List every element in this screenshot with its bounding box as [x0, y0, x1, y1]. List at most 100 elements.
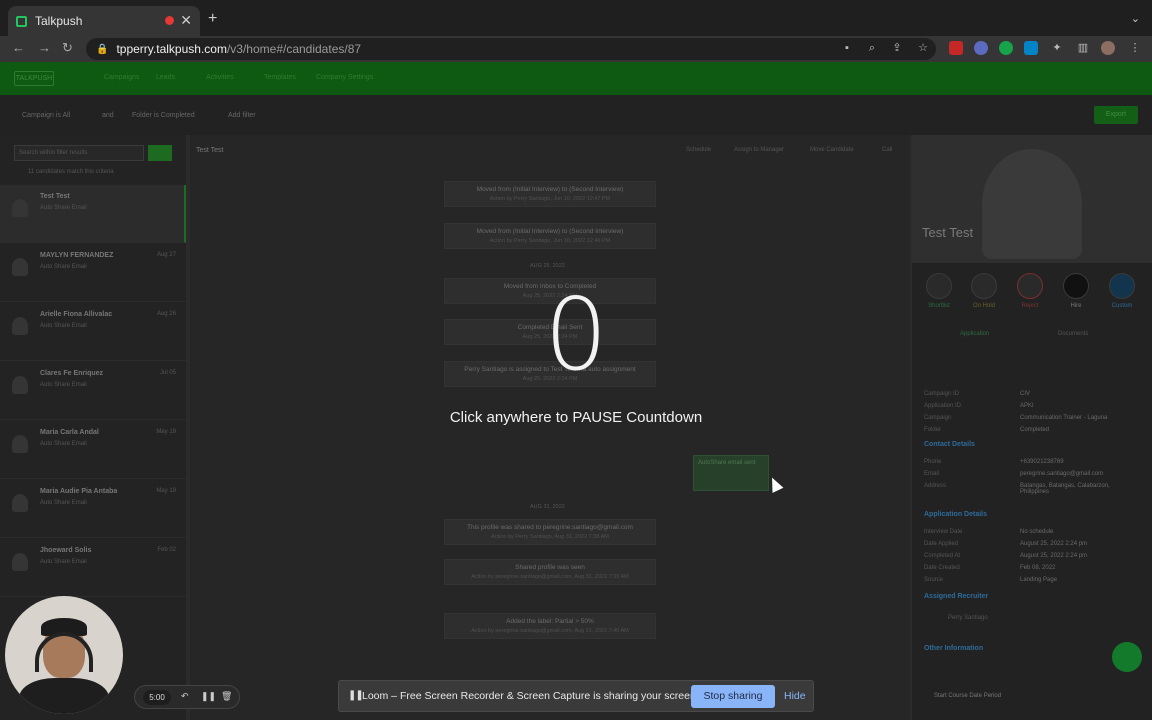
hide-button[interactable]: Hide — [784, 690, 806, 702]
filter-folder[interactable]: Folder is Completed — [132, 112, 195, 119]
list-item[interactable]: Test Test Auto Share Email — [0, 185, 186, 243]
browser-tabstrip: Talkpush ✕ + ⌄ — [0, 0, 1152, 36]
message-bubble: AutoShare email sent — [693, 455, 769, 491]
zoom-icon[interactable]: ⌕ — [865, 41, 879, 55]
back-icon[interactable]: ← — [12, 40, 25, 55]
list-item[interactable]: Jhoeward Solis Auto Share Email Feb 02 — [0, 539, 186, 597]
event-title: Shared profile was seen — [515, 564, 585, 571]
event-title: Added the label: Partial > 50% — [506, 618, 594, 625]
extension-red-icon[interactable] — [949, 41, 963, 55]
browser-menu-icon[interactable]: ⋮ — [1128, 41, 1142, 55]
field-label: Phone — [924, 459, 942, 465]
assign-manager-button[interactable]: Assign to Manager — [734, 147, 784, 153]
profile-avatar-icon[interactable] — [1101, 41, 1115, 55]
candidate-name: Test Test — [40, 193, 70, 200]
field-value: Batangas, Batangas, Calabarzon, Philippi… — [1020, 483, 1110, 495]
field-value: Completed — [1020, 427, 1050, 433]
event-sub: Action by Perry Santiago, Aug 31, 2022 7… — [491, 534, 609, 540]
lock-icon: 🔒 — [96, 43, 109, 55]
camera-icon[interactable]: ▪ — [840, 41, 854, 55]
field-label: Interview Date — [924, 529, 963, 535]
avatar — [12, 435, 28, 453]
bookmark-star-icon[interactable]: ☆ — [916, 41, 930, 55]
screen-sharing-bar: ❚❚ Loom – Free Screen Recorder & Screen … — [338, 680, 814, 712]
candidate-name: MAYLYN FERNANDEZ — [40, 252, 114, 259]
field-label: Date Applied — [924, 541, 959, 547]
move-candidate-button[interactable]: Move Candidate — [810, 147, 854, 153]
nav-templates[interactable]: Templates — [264, 74, 296, 81]
nav-campaigns[interactable]: Campaigns — [104, 74, 139, 81]
timeline-event: Moved from (Initial Interview) to (Secon… — [444, 223, 656, 249]
browser-tab[interactable]: Talkpush ✕ — [8, 6, 200, 36]
field-label: Folder — [924, 427, 942, 433]
stop-sharing-button[interactable]: Stop sharing — [691, 685, 775, 708]
candidate-date: May 19 — [156, 488, 176, 494]
event-sub: Action by peregrine.santiago@gmail.com, … — [471, 628, 629, 634]
event-title: Moved from (Initial Interview) to (Secon… — [476, 186, 624, 193]
timeline-event: Moved from (Initial Interview) to (Secon… — [444, 181, 656, 207]
tab-search-chevron-icon[interactable]: ⌄ — [1131, 12, 1140, 25]
nav-leads[interactable]: Leads — [156, 74, 175, 81]
application-details-title: Application Details — [924, 511, 988, 518]
pause-countdown-message[interactable]: Click anywhere to PAUSE Countdown — [0, 409, 1152, 426]
extension-cyan-icon[interactable] — [1024, 41, 1038, 55]
candidate-sub: Auto Share Email — [40, 559, 87, 565]
recorder-controls: 5:00 ↶ ❚❚ 🗑 — [134, 685, 240, 709]
filter-conjunction: and — [102, 112, 114, 119]
add-filter-button[interactable]: Add filter — [228, 112, 256, 119]
webcam-body — [19, 678, 109, 714]
extensions-puzzle-icon[interactable]: ✦ — [1050, 41, 1064, 55]
list-item[interactable]: Maria Audie Pia Antaba Auto Share Email … — [0, 480, 186, 538]
recruiter-name: Perry Santiago — [948, 615, 988, 621]
event-sub: Action by Perry Santiago, Jun 10, 2022 1… — [489, 196, 611, 202]
restart-icon[interactable]: ↶ — [181, 691, 189, 702]
url-host: tpperry.talkpush.com — [116, 42, 227, 56]
conversation-title: Test Test — [196, 147, 224, 154]
candidate-name: Maria Carla Andal — [40, 429, 99, 436]
candidate-name: Jhoeward Solis — [40, 547, 92, 554]
field-label: Address — [924, 483, 947, 489]
profile-hero: Test Test — [912, 135, 1152, 263]
schedule-button[interactable]: Schedule — [686, 147, 711, 153]
share-icon[interactable]: ⇪ — [890, 41, 904, 55]
extension-green-icon[interactable] — [999, 41, 1013, 55]
side-panel-icon[interactable]: ▥ — [1076, 41, 1090, 55]
recording-indicator-icon — [165, 16, 174, 25]
tab-title: Talkpush — [35, 14, 83, 28]
field-value: August 25, 2022 2:24 pm — [1020, 553, 1088, 559]
filter-campaign[interactable]: Campaign is All — [22, 112, 70, 119]
forward-icon[interactable]: → — [38, 40, 51, 55]
event-title: Moved from (Initial Interview) to (Secon… — [476, 228, 624, 235]
timeline-event: Added the label: Partial > 50% Action by… — [444, 613, 656, 639]
export-button[interactable]: Export — [1094, 106, 1138, 124]
nav-activities[interactable]: Activities — [206, 74, 234, 81]
nav-company-settings[interactable]: Company Settings — [316, 74, 373, 81]
close-tab-icon[interactable]: ✕ — [180, 12, 192, 29]
reload-icon[interactable]: ↻ — [62, 40, 73, 56]
talkpush-favicon-icon — [16, 15, 27, 27]
pause-icon[interactable]: ❚❚ — [201, 691, 216, 702]
assigned-recruiter-title: Assigned Recruiter — [924, 593, 989, 600]
chat-support-button[interactable] — [1112, 642, 1142, 672]
webcam-bubble[interactable] — [5, 596, 123, 714]
timeline-event: This profile was shared to peregrine.san… — [444, 519, 656, 545]
sharing-pause-icon: ❚❚ — [348, 690, 364, 701]
filter-bar: Campaign is All and Folder is Completed … — [0, 95, 1152, 135]
call-button[interactable]: Call — [882, 147, 892, 153]
profile-panel: Test Test Shortlist On Hold Reject Hire … — [912, 135, 1152, 720]
avatar — [12, 494, 28, 512]
delete-icon[interactable]: 🗑 — [221, 691, 232, 702]
new-tab-icon[interactable]: + — [208, 10, 217, 28]
countdown-number[interactable]: 0 — [0, 276, 1152, 393]
extension-blue-icon[interactable] — [974, 41, 988, 55]
field-value: Landing Page — [1020, 577, 1058, 583]
app-logo[interactable]: TALKPUSH — [14, 71, 54, 86]
field-value: peregrine.santiago@gmail.com — [1020, 471, 1104, 477]
address-bar[interactable]: 🔒 tpperry.talkpush.com/v3/home#/candidat… — [86, 38, 936, 60]
candidate-search-input[interactable]: Search within filter results — [14, 145, 144, 161]
profile-photo — [982, 149, 1082, 259]
field-value: No schedule — [1020, 529, 1054, 535]
list-item[interactable]: Maria Carla Andal Auto Share Email May 1… — [0, 421, 186, 479]
search-button[interactable] — [148, 145, 172, 161]
profile-name: Test Test — [922, 225, 974, 240]
